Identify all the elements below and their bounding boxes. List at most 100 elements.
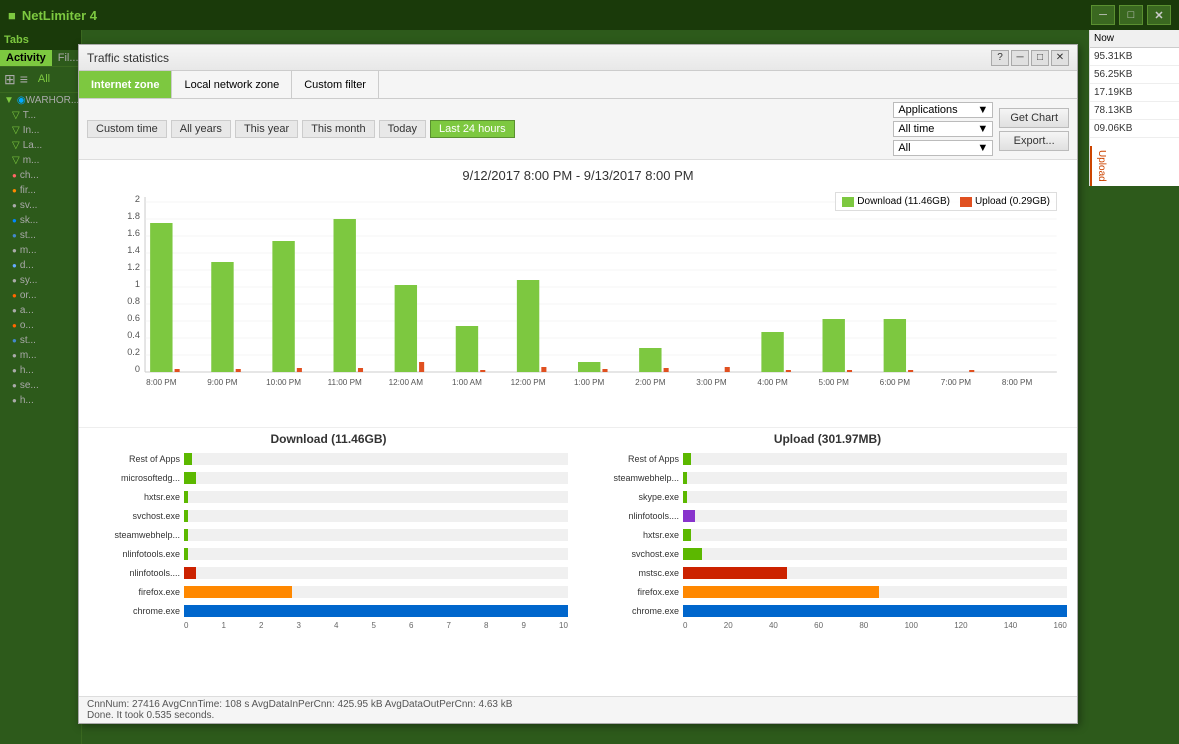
close-button[interactable]: ✕	[1147, 5, 1171, 25]
bar-fill	[683, 586, 879, 598]
steam-icon: ●	[12, 231, 17, 240]
list-item[interactable]: ● m...	[0, 243, 81, 258]
traffic-close-button[interactable]: ✕	[1051, 50, 1069, 66]
firefox-icon: ●	[12, 186, 17, 195]
list-item: hxtsr.exe	[89, 488, 568, 506]
bar-label: steamwebhelp...	[588, 473, 683, 483]
list-item[interactable]: ● o...	[0, 318, 81, 333]
bar-upload-0	[175, 369, 180, 372]
alltime-label: All time	[898, 123, 934, 135]
bar-fill	[184, 605, 568, 617]
bar-download-3	[334, 219, 356, 372]
host-icon: ◉	[17, 95, 26, 106]
svg-text:6:00 PM: 6:00 PM	[880, 378, 911, 387]
list-item[interactable]: ● sy...	[0, 273, 81, 288]
list-item[interactable]: ● a...	[0, 303, 81, 318]
custom-filter-tab[interactable]: Custom filter	[292, 71, 379, 98]
app-icon-small: ●	[12, 366, 17, 375]
list-item[interactable]: ● or...	[0, 288, 81, 303]
list-item: Rest of Apps	[588, 450, 1067, 468]
list-item: steamwebhelp...	[588, 469, 1067, 487]
list-item[interactable]: ● st...	[0, 228, 81, 243]
action-buttons: Get Chart Export...	[999, 108, 1069, 151]
bar-label: mstsc.exe	[588, 568, 683, 578]
applications-select[interactable]: Applications ▼	[893, 102, 993, 118]
applications-label: Applications	[898, 104, 957, 116]
list-item: nlinfotools.exe	[89, 545, 568, 563]
list-item[interactable]: ▽ In...	[0, 123, 81, 138]
list-item[interactable]: ▽ m...	[0, 153, 81, 168]
bar-track	[683, 605, 1067, 617]
list-icon[interactable]: ≡	[20, 71, 28, 88]
list-item[interactable]: ● m...	[0, 348, 81, 363]
svg-text:1.8: 1.8	[127, 211, 140, 221]
right-col-value: 09.06KB	[1090, 120, 1179, 138]
list-item[interactable]: ● sk...	[0, 213, 81, 228]
all-select[interactable]: All ▼	[893, 140, 993, 156]
svg-text:1:00 AM: 1:00 AM	[452, 378, 482, 387]
custom-time-button[interactable]: Custom time	[87, 120, 167, 138]
axis-label: 6	[409, 621, 413, 630]
app-icon-small: ●	[12, 351, 17, 360]
chart-legend: Download (11.46GB) Upload (0.29GB)	[835, 192, 1057, 211]
traffic-statistics-window: Traffic statistics ? ─ □ ✕ Internet zone…	[78, 44, 1078, 724]
this-year-button[interactable]: This year	[235, 120, 298, 138]
traffic-help-button[interactable]: ?	[991, 50, 1009, 66]
right-col-header: Now	[1090, 30, 1179, 48]
tree-item-label: h...	[20, 365, 34, 376]
export-button[interactable]: Export...	[999, 131, 1069, 151]
this-month-button[interactable]: This month	[302, 120, 374, 138]
bar-fill	[683, 472, 687, 484]
bar-label: hxtsr.exe	[89, 492, 184, 502]
sidebar: Tabs Activity Fil... ⊞ ≡ All ▼ ◉ WARHOR.…	[0, 30, 82, 744]
list-item[interactable]: ● st...	[0, 333, 81, 348]
list-item[interactable]: ● fir...	[0, 183, 81, 198]
svg-text:7:00 PM: 7:00 PM	[941, 378, 972, 387]
bar-label: nlinfotools.exe	[89, 549, 184, 559]
alltime-select[interactable]: All time ▼	[893, 121, 993, 137]
last-24-hours-button[interactable]: Last 24 hours	[430, 120, 515, 138]
download-axis: 0 1 2 3 4 5 6 7 8 9 10	[184, 621, 568, 630]
tree-item-label: se...	[20, 380, 39, 391]
get-chart-button[interactable]: Get Chart	[999, 108, 1069, 128]
list-item: microsoftedg...	[89, 469, 568, 487]
download-legend-label: Download (11.46GB)	[857, 196, 950, 207]
svg-text:0.4: 0.4	[127, 330, 140, 340]
list-item[interactable]: ● d...	[0, 258, 81, 273]
list-item[interactable]: ▽ La...	[0, 138, 81, 153]
minimize-button[interactable]: ─	[1091, 5, 1115, 25]
svg-text:0.8: 0.8	[127, 296, 140, 306]
bar-label: Rest of Apps	[89, 454, 184, 464]
svg-text:1.6: 1.6	[127, 228, 140, 238]
tree-item-label: m...	[23, 155, 40, 166]
maximize-button[interactable]: □	[1119, 5, 1143, 25]
list-item[interactable]: ● ch...	[0, 168, 81, 183]
list-item[interactable]: ● sv...	[0, 198, 81, 213]
right-controls: Applications ▼ All time ▼ All ▼	[893, 102, 1069, 156]
activity-tab[interactable]: Activity	[0, 50, 52, 66]
tree-item-label: st...	[20, 230, 36, 241]
axis-label: 40	[769, 621, 778, 630]
list-item[interactable]: ▽ T...	[0, 108, 81, 123]
zone-filter-bar: Internet zone Local network zone Custom …	[79, 71, 1077, 99]
traffic-minimize-button[interactable]: ─	[1011, 50, 1029, 66]
axis-label: 60	[814, 621, 823, 630]
list-item[interactable]: ● h...	[0, 363, 81, 378]
internet-zone-tab[interactable]: Internet zone	[79, 71, 172, 98]
local-network-zone-tab[interactable]: Local network zone	[172, 71, 292, 98]
list-item[interactable]: ● se...	[0, 378, 81, 393]
tree-item-host[interactable]: ▼ ◉ WARHOR...	[0, 93, 81, 108]
svg-text:10:00 PM: 10:00 PM	[266, 378, 301, 387]
traffic-restore-button[interactable]: □	[1031, 50, 1049, 66]
all-button[interactable]: All	[32, 71, 56, 88]
axis-label: 160	[1054, 621, 1067, 630]
grid-icon[interactable]: ⊞	[4, 71, 16, 88]
skype-icon: ●	[12, 216, 17, 225]
app-title-bar: ■ NetLimiter 4 ─ □ ✕	[0, 0, 1179, 30]
tree-item-label: In...	[23, 125, 40, 136]
list-item[interactable]: ● h...	[0, 393, 81, 408]
tree-item-label: La...	[23, 140, 42, 151]
all-years-button[interactable]: All years	[171, 120, 231, 138]
bar-upload-7	[602, 369, 607, 372]
today-button[interactable]: Today	[379, 120, 426, 138]
